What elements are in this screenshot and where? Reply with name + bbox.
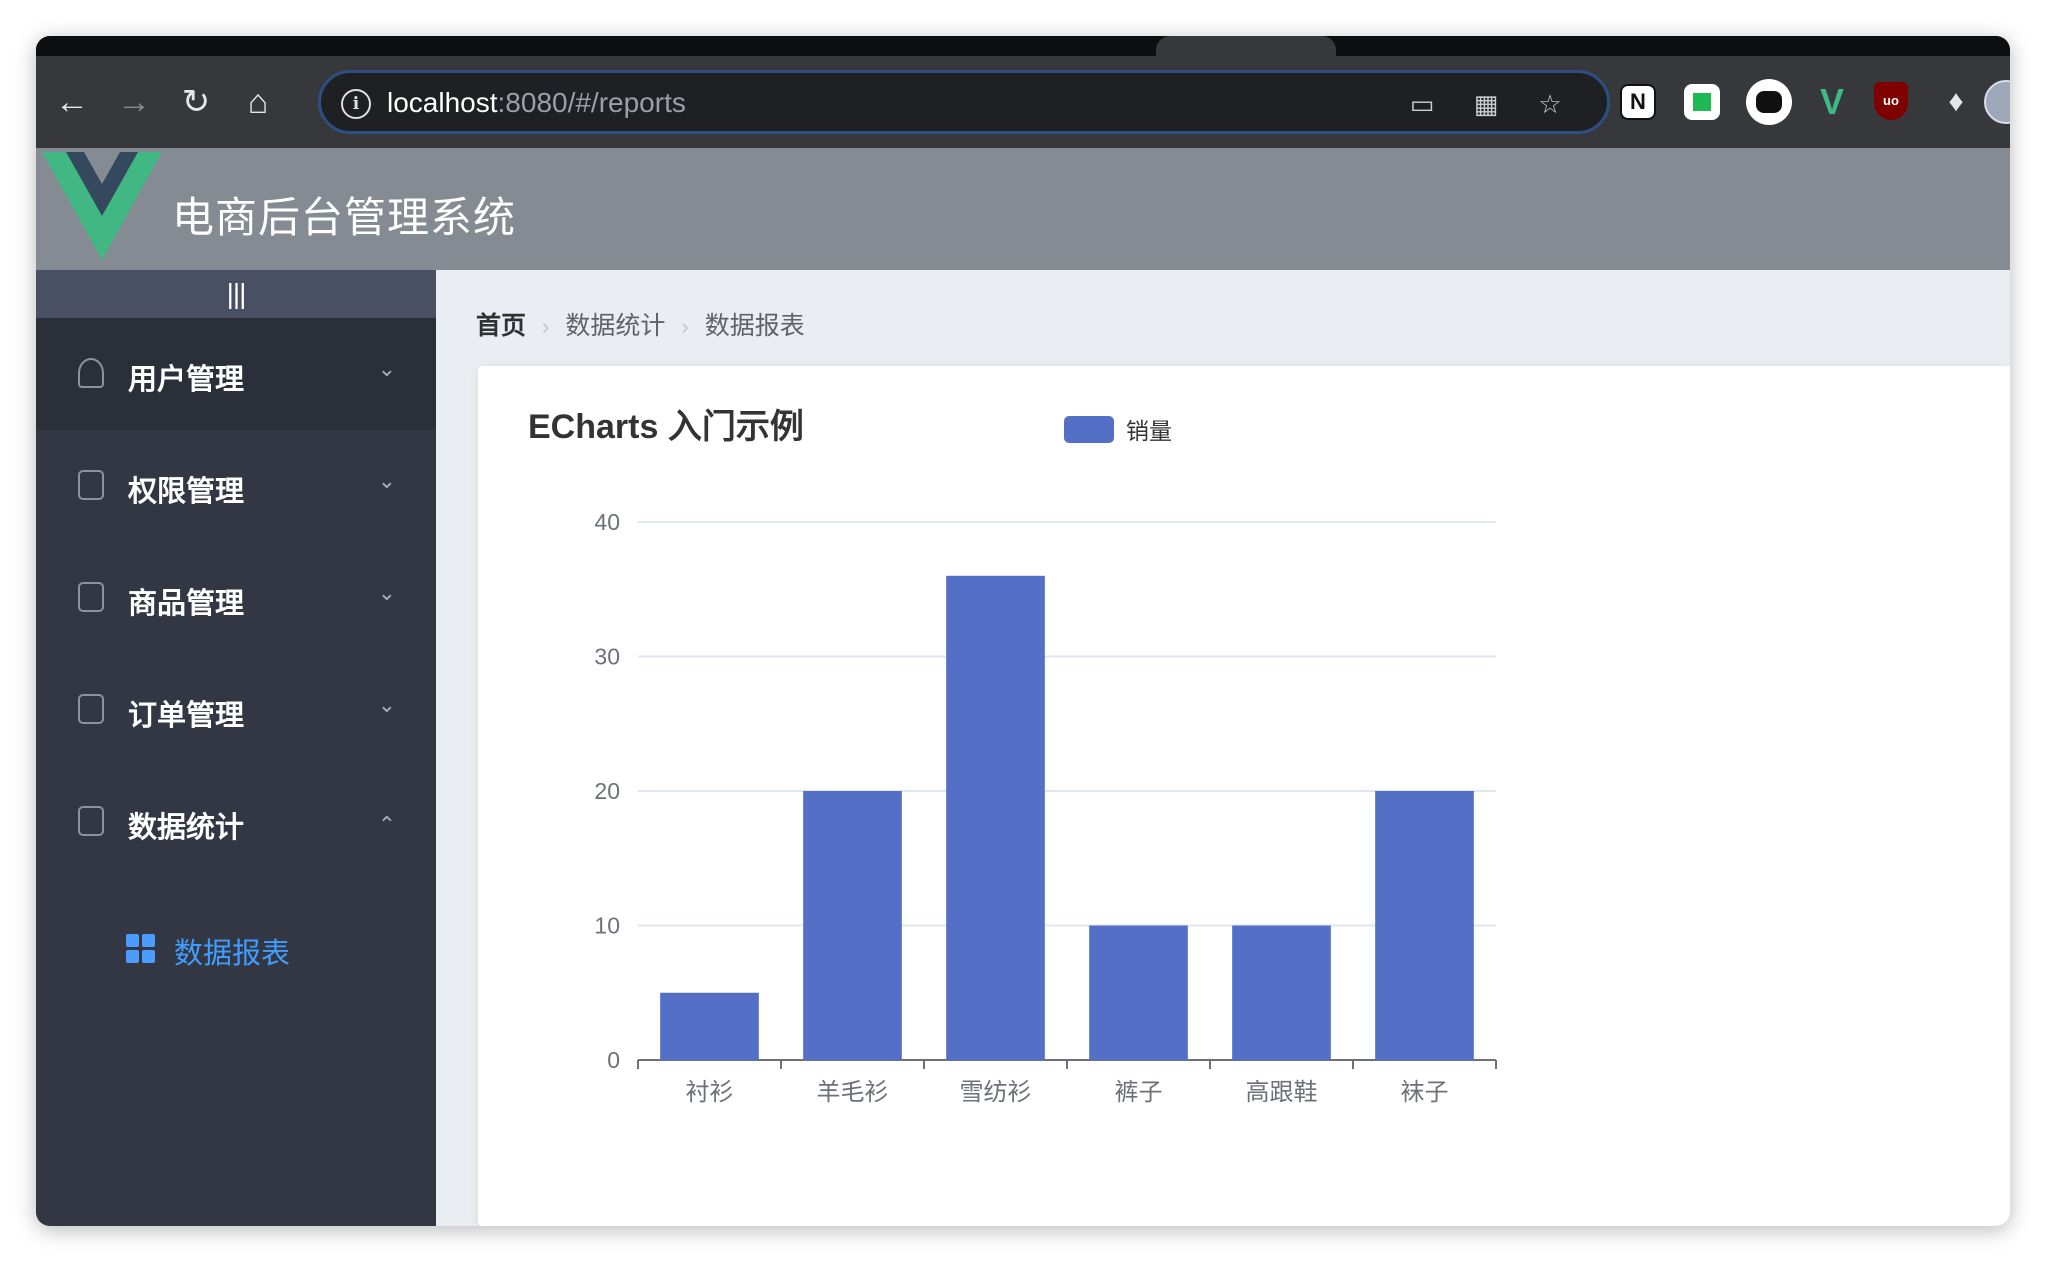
main-content: 首页 › 数据统计 › 数据报表 ECharts 入门示例 销量 0 10 20 30 40 衬衫… bbox=[436, 270, 2010, 1226]
vue-logo bbox=[42, 152, 162, 260]
chevron-down-icon: ⌄ bbox=[377, 692, 396, 717]
y-tick-label: 20 bbox=[594, 778, 620, 804]
ublock-icon[interactable]: uo bbox=[1874, 82, 1908, 120]
app-header: 电商后台管理系统 bbox=[36, 148, 2010, 270]
address-bar[interactable]: i localhost:8080/#/reports ▭ ▦ ☆ bbox=[318, 70, 1610, 134]
breadcrumb-separator-icon: › bbox=[681, 314, 689, 339]
breadcrumb-statistics[interactable]: 数据统计 bbox=[565, 306, 665, 342]
sidebar: ||| 用户管理 ⌄ 权限管理 ⌄ 商品管理 ⌄ 订单管理 ⌄ 数据统计 ⌃ 数… bbox=[36, 270, 436, 1226]
x-tick-label: 羊毛衫 bbox=[817, 1079, 889, 1106]
chevron-down-icon: ⌄ bbox=[377, 580, 396, 605]
x-tick-label: 衬衫 bbox=[686, 1079, 734, 1106]
bar bbox=[1089, 925, 1188, 1060]
site-info-icon[interactable]: i bbox=[341, 89, 371, 119]
breadcrumb-reports: 数据报表 bbox=[704, 312, 805, 340]
sidebar-item-label: 订单管理 bbox=[128, 700, 245, 732]
chevron-up-icon: ⌃ bbox=[377, 812, 396, 837]
chart-title: ECharts 入门示例 bbox=[528, 408, 804, 446]
cast-icon[interactable]: ▭ bbox=[1403, 85, 1441, 123]
sidebar-toggle-button[interactable]: ||| bbox=[36, 270, 436, 318]
browser-window: ← → ↻ ⌂ i localhost:8080/#/reports ▭ ▦ ☆… bbox=[36, 36, 2010, 1226]
chevron-down-icon: ⌄ bbox=[377, 356, 396, 381]
sidebar-item-goods[interactable]: 商品管理 ⌄ bbox=[36, 542, 436, 654]
sidebar-item-users[interactable]: 用户管理 ⌄ bbox=[36, 318, 436, 430]
breadcrumb-home[interactable]: 首页 bbox=[476, 306, 526, 342]
url-text[interactable]: localhost:8080/#/reports bbox=[387, 87, 686, 119]
sidebar-item-label: 权限管理 bbox=[128, 476, 245, 508]
reload-icon[interactable]: ↻ bbox=[172, 78, 220, 126]
statistics-icon bbox=[78, 806, 104, 836]
url-host: localhost bbox=[387, 87, 498, 118]
profile-avatar[interactable] bbox=[1984, 80, 2010, 124]
report-card: ECharts 入门示例 销量 0 10 20 30 40 衬衫 羊毛衫 雪纺衫 裤子 高跟鞋 袜子 bbox=[478, 366, 2010, 1226]
chevron-down-icon: ⌄ bbox=[377, 468, 396, 493]
back-icon[interactable]: ← bbox=[48, 78, 96, 126]
breadcrumb-separator-icon: › bbox=[542, 314, 550, 339]
sidebar-subitem-reports[interactable]: 数据报表 bbox=[36, 900, 436, 996]
chart-legend[interactable]: 销量 bbox=[1064, 416, 1172, 444]
sidebar-item-label: 用户管理 bbox=[128, 364, 245, 396]
extensions-puzzle-icon[interactable]: ♦ bbox=[1934, 80, 1978, 124]
home-icon[interactable]: ⌂ bbox=[234, 78, 282, 126]
vue-devtools-icon[interactable]: V bbox=[1810, 80, 1854, 124]
y-tick-label: 10 bbox=[594, 913, 620, 939]
green-extension-icon[interactable] bbox=[1684, 84, 1720, 120]
active-tab[interactable] bbox=[1156, 36, 1336, 56]
goods-icon bbox=[78, 582, 104, 612]
bar bbox=[803, 791, 902, 1060]
bar bbox=[1375, 791, 1474, 1060]
grid-menu-icon bbox=[126, 934, 156, 964]
bar-chart: ECharts 入门示例 销量 0 10 20 30 40 衬衫 羊毛衫 雪纺衫 裤子 高跟鞋 袜子 bbox=[528, 408, 1497, 1106]
permission-icon bbox=[78, 470, 104, 500]
bar bbox=[946, 575, 1045, 1060]
order-icon bbox=[78, 694, 104, 724]
notion-extension-icon[interactable]: N bbox=[1620, 84, 1656, 120]
x-tick-label: 裤子 bbox=[1115, 1079, 1163, 1106]
bar bbox=[660, 992, 759, 1060]
tab-strip bbox=[36, 36, 2010, 56]
y-tick-label: 40 bbox=[594, 509, 620, 535]
sidebar-item-statistics[interactable]: 数据统计 ⌃ bbox=[36, 766, 436, 878]
x-tick-label: 高跟鞋 bbox=[1246, 1079, 1318, 1106]
chart-plot-area: 0 10 20 30 40 衬衫 羊毛衫 雪纺衫 裤子 高跟鞋 袜子 bbox=[594, 509, 1497, 1106]
forward-icon[interactable]: → bbox=[110, 78, 158, 126]
bookmark-star-icon[interactable]: ☆ bbox=[1531, 85, 1569, 123]
legend-label: 销量 bbox=[1126, 418, 1172, 444]
app-title: 电商后台管理系统 bbox=[172, 194, 517, 241]
breadcrumb: 首页 › 数据统计 › 数据报表 bbox=[476, 306, 805, 342]
browser-toolbar: ← → ↻ ⌂ i localhost:8080/#/reports ▭ ▦ ☆… bbox=[36, 56, 2010, 148]
sidebar-item-label: 数据统计 bbox=[128, 812, 245, 844]
qr-code-icon[interactable]: ▦ bbox=[1467, 85, 1505, 123]
y-tick-label: 30 bbox=[594, 644, 620, 670]
legend-swatch bbox=[1064, 416, 1114, 443]
x-tick-label: 雪纺衫 bbox=[960, 1079, 1032, 1106]
url-path: :8080/#/reports bbox=[497, 87, 686, 118]
sidebar-item-permissions[interactable]: 权限管理 ⌄ bbox=[36, 430, 436, 542]
user-icon bbox=[78, 358, 104, 388]
sidebar-item-orders[interactable]: 订单管理 ⌄ bbox=[36, 654, 436, 766]
sidebar-subitem-label: 数据报表 bbox=[174, 938, 291, 970]
y-tick-label: 0 bbox=[607, 1047, 620, 1073]
x-tick-label: 袜子 bbox=[1401, 1079, 1449, 1106]
bar bbox=[1232, 925, 1331, 1060]
sidebar-item-label: 商品管理 bbox=[128, 588, 245, 620]
ghost-extension-icon[interactable] bbox=[1746, 79, 1792, 125]
